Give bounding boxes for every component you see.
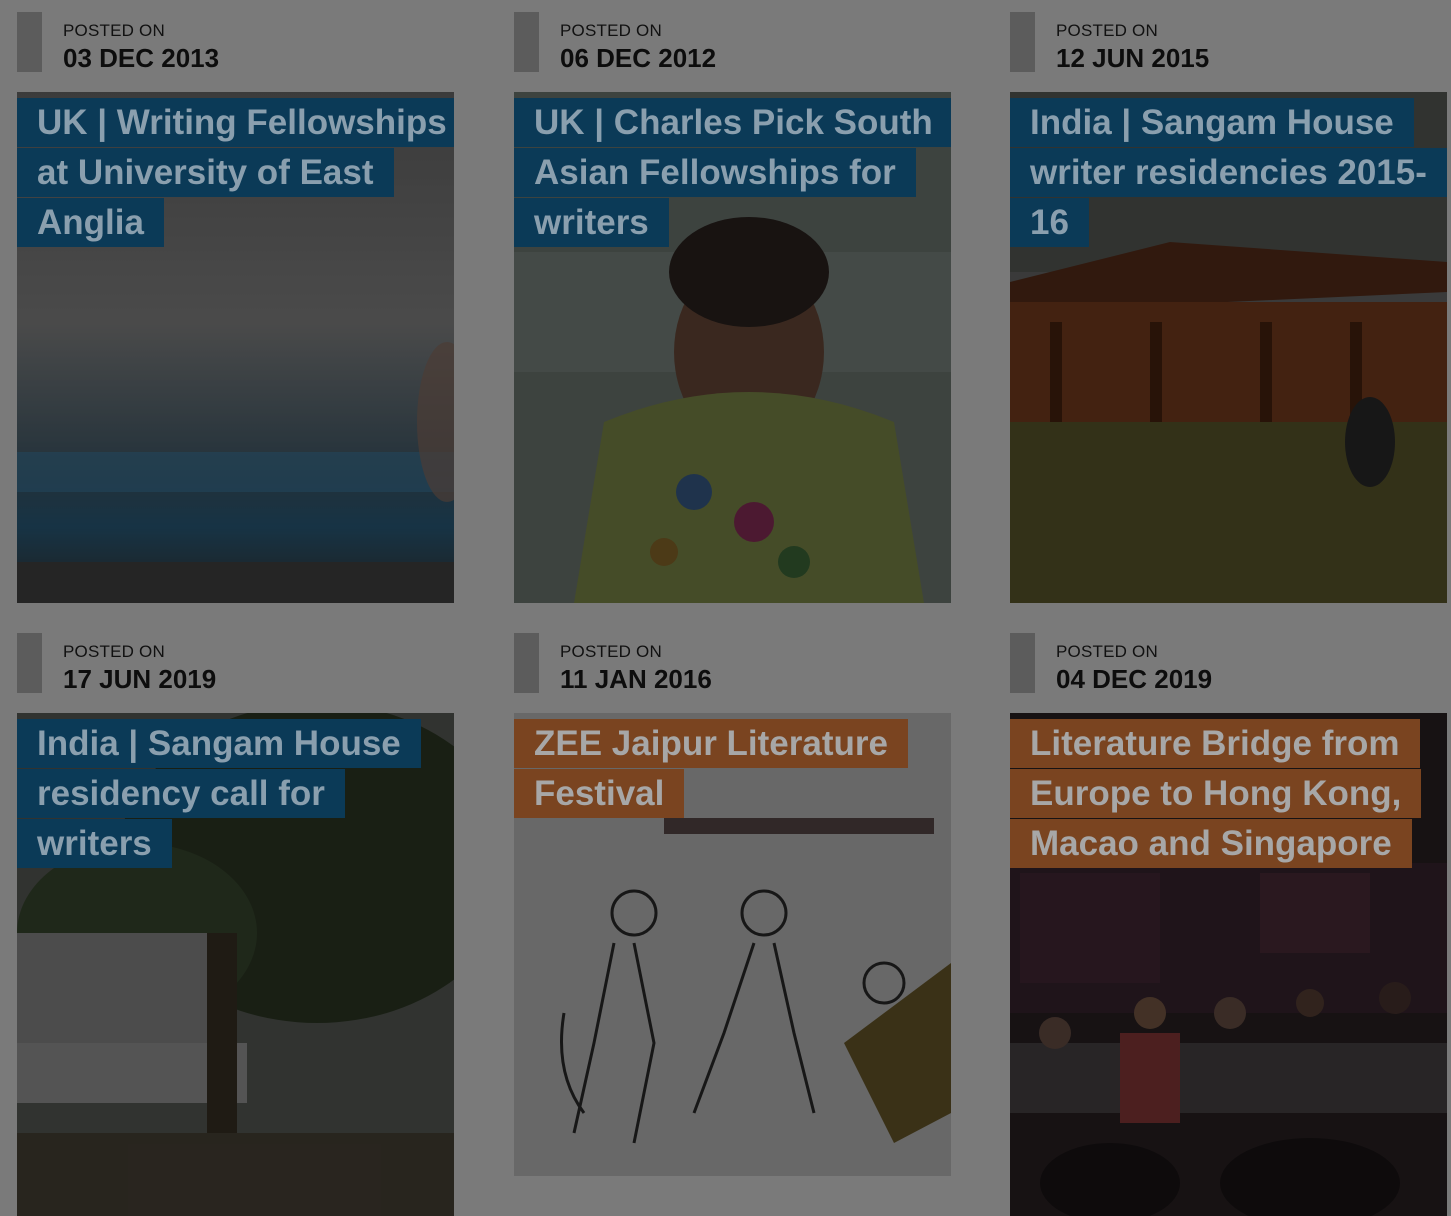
date-accent-bar [514,12,539,72]
post-thumbnail[interactable]: UK | Charles Pick South Asian Fellowship… [514,92,951,603]
date-accent-bar [514,633,539,693]
posted-on-label: POSTED ON [560,21,662,40]
post-card[interactable]: POSTED ON 12 JUN 2015 India | Sangam Hou… [1010,0,1447,603]
post-thumbnail[interactable]: ZEE Jaipur Literature Festival [514,713,951,1176]
date-accent-bar [17,12,42,72]
post-card[interactable]: POSTED ON 04 DEC 2019 Literature Bridge [1010,621,1447,1216]
post-date-block: POSTED ON 04 DEC 2019 [1010,621,1447,694]
posted-on-label: POSTED ON [1056,21,1158,40]
post-date: 06 DEC 2012 [560,43,717,73]
post-thumbnail[interactable]: India | Sangam House writer residencies … [1010,92,1447,603]
post-date-block: POSTED ON 12 JUN 2015 [1010,0,1447,73]
post-date-block: POSTED ON 11 JAN 2016 [514,621,951,694]
post-grid: POSTED ON 03 DEC 2013 UK | Writing Fello… [0,0,1451,1216]
post-title[interactable]: UK | Charles Pick South Asian Fellowship… [514,98,951,248]
posted-on-label: POSTED ON [560,642,662,661]
post-date-block: POSTED ON 17 JUN 2019 [17,621,454,694]
post-title[interactable]: India | Sangam House residency call for … [17,719,447,869]
post-date: 17 JUN 2019 [63,664,217,694]
post-title[interactable]: India | Sangam House writer residencies … [1010,98,1447,248]
post-date: 12 JUN 2015 [1056,43,1210,73]
posted-on-label: POSTED ON [63,642,165,661]
post-date: 11 JAN 2016 [560,664,712,694]
posted-on-label: POSTED ON [1056,642,1158,661]
date-accent-bar [1010,633,1035,693]
post-title[interactable]: Literature Bridge from Europe to Hong Ko… [1010,719,1440,869]
date-accent-bar [1010,12,1035,72]
date-accent-bar [17,633,42,693]
post-thumbnail[interactable]: Literature Bridge from Europe to Hong Ko… [1010,713,1447,1216]
post-card[interactable]: POSTED ON 17 JUN 2019 India | Sangam Hou… [17,621,454,1216]
post-thumbnail[interactable]: India | Sangam House residency call for … [17,713,454,1216]
post-card[interactable]: POSTED ON 06 DEC 2012 UK | Charles Pick … [514,0,951,603]
posted-on-label: POSTED ON [63,21,165,40]
post-date-block: POSTED ON 06 DEC 2012 [514,0,951,73]
post-thumbnail[interactable]: UK | Writing Fellowships at University o… [17,92,454,603]
post-title[interactable]: ZEE Jaipur Literature Festival [514,719,944,819]
post-date: 03 DEC 2013 [63,43,220,73]
post-date-block: POSTED ON 03 DEC 2013 [17,0,454,73]
post-title[interactable]: UK | Writing Fellowships at University o… [17,98,454,248]
post-card[interactable]: POSTED ON 03 DEC 2013 UK | Writing Fello… [17,0,454,603]
post-card[interactable]: POSTED ON 11 JAN 2016 ZEE Jaipur Literat… [514,621,951,1176]
post-date: 04 DEC 2019 [1056,664,1213,694]
